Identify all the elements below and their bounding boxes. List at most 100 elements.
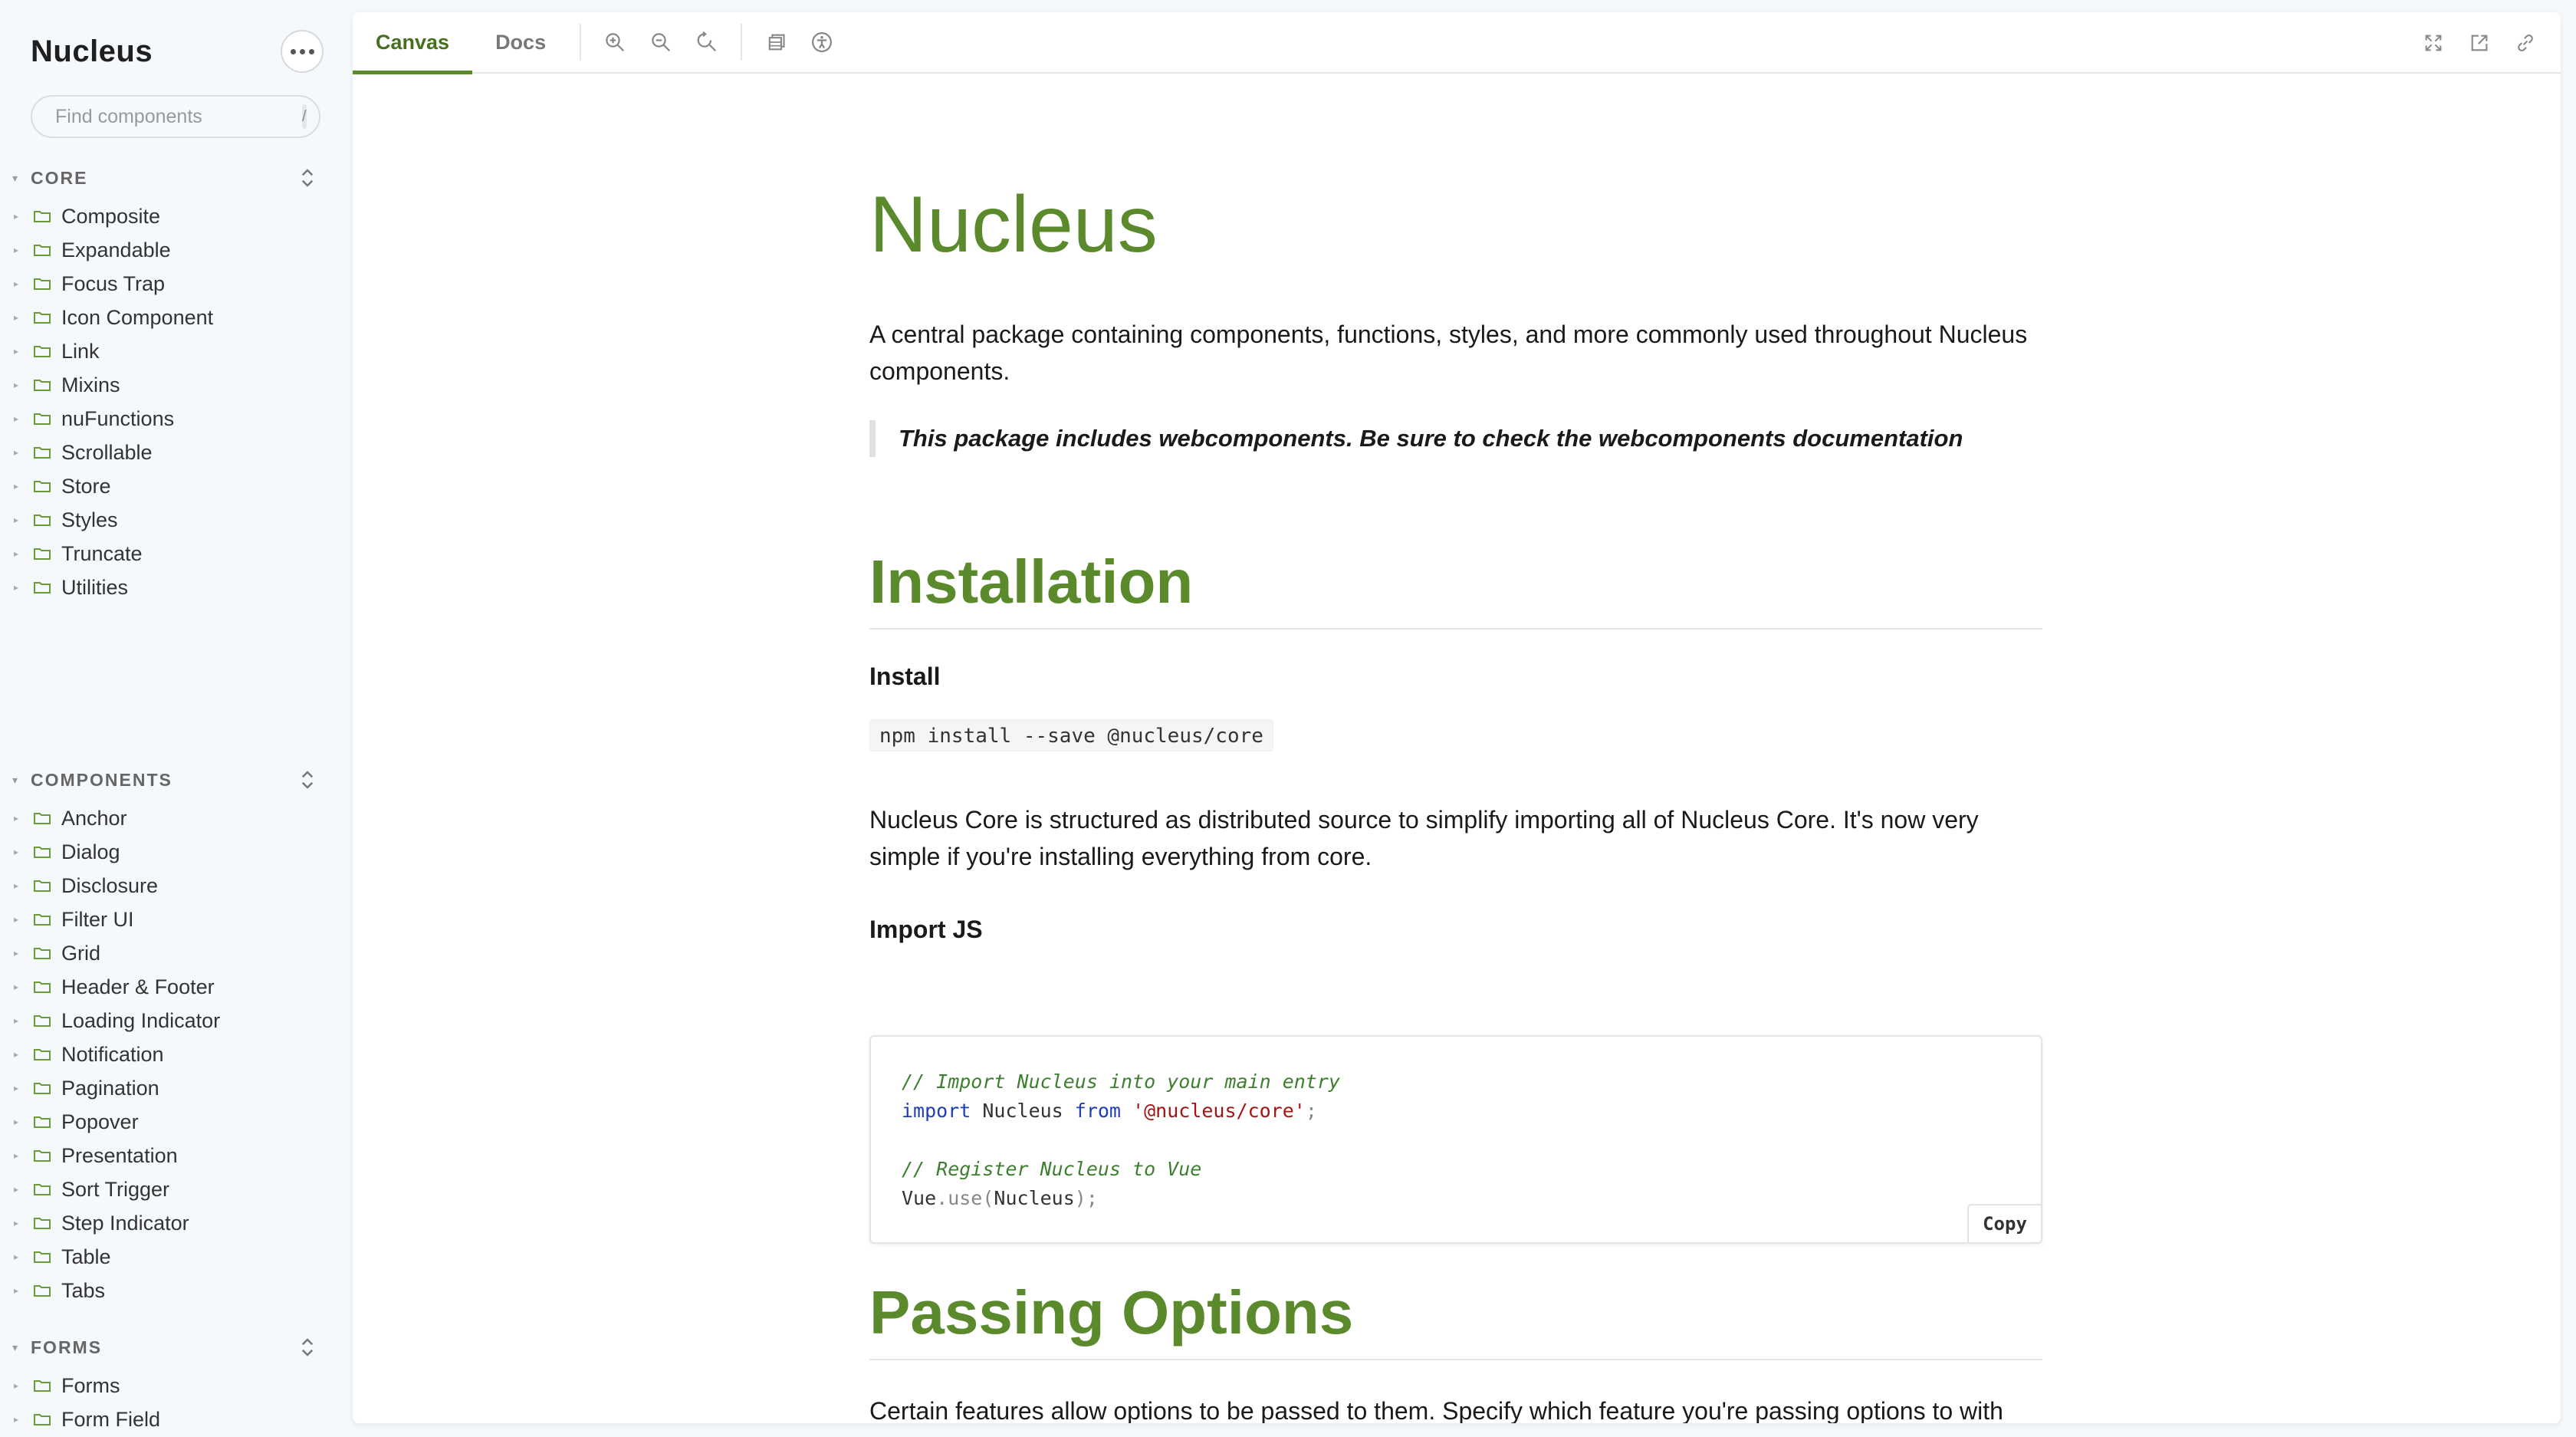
copy-button[interactable]: Copy [1967, 1204, 2042, 1244]
folder-icon [31, 206, 54, 226]
sidebar-item-anchor[interactable]: ▸ Anchor [0, 801, 353, 835]
sidebar-item-step-indicator[interactable]: ▸ Step Indicator [0, 1206, 353, 1240]
intro-paragraph: A central package containing components,… [869, 321, 2028, 385]
folder-icon [31, 977, 54, 997]
dot-icon [290, 48, 296, 54]
section-forms[interactable]: ▾ FORMS [12, 1332, 319, 1363]
sidebar-item-label: Tabs [61, 1278, 106, 1302]
sidebar-item-notification[interactable]: ▸ Notification [0, 1037, 353, 1071]
sidebar-item-nufunctions[interactable]: ▸ nuFunctions [0, 402, 353, 436]
expand-collapse-icon[interactable] [296, 166, 319, 189]
sidebar-item-pagination[interactable]: ▸ Pagination [0, 1071, 353, 1105]
caret-right-icon: ▸ [14, 245, 19, 255]
caret-right-icon: ▸ [14, 914, 19, 925]
tab-canvas[interactable]: Canvas [353, 12, 473, 74]
more-options-button[interactable] [281, 30, 324, 73]
sidebar-item-filter-ui[interactable]: ▸ Filter UI [0, 903, 353, 936]
sidebar-item-label: Loading Indicator [61, 1008, 221, 1032]
expand-collapse-icon[interactable] [296, 1336, 319, 1359]
sidebar-item-table[interactable]: ▸ Table [0, 1240, 353, 1274]
sidebar-item-label: Expandable [61, 238, 171, 261]
caret-right-icon: ▸ [14, 1015, 19, 1026]
sidebar-item-label: Dialog [61, 840, 120, 863]
caret-right-icon: ▸ [14, 515, 19, 525]
sidebar-item-label: nuFunctions [61, 406, 175, 430]
caret-right-icon: ▸ [14, 447, 19, 458]
caret-right-icon: ▸ [14, 312, 19, 323]
sidebar-item-label: Composite [61, 204, 161, 228]
sidebar-item-label: Forms [61, 1373, 120, 1397]
sidebar-item-icon-component[interactable]: ▸ Icon Component [0, 301, 353, 334]
section-core[interactable]: ▾ CORE [12, 163, 319, 193]
toolbar-divider [741, 24, 743, 61]
expand-collapse-icon[interactable] [296, 768, 319, 791]
folder-icon [31, 476, 54, 496]
accessibility-icon[interactable] [799, 19, 845, 65]
sidebar-item-link[interactable]: ▸ Link [0, 334, 353, 368]
sidebar-item-tabs[interactable]: ▸ Tabs [0, 1274, 353, 1307]
folder-icon [31, 544, 54, 564]
open-new-tab-icon[interactable] [2456, 20, 2502, 66]
folder-icon [31, 1213, 54, 1233]
folder-icon [31, 442, 54, 462]
install-command: npm install --save @nucleus/core [869, 719, 1273, 751]
sidebar-item-sort-trigger[interactable]: ▸ Sort Trigger [0, 1172, 353, 1206]
sidebar-item-presentation[interactable]: ▸ Presentation [0, 1139, 353, 1172]
sidebar-item-label: Step Indicator [61, 1211, 189, 1235]
toolbar-right-group [2410, 20, 2548, 66]
caret-down-icon: ▾ [12, 171, 18, 184]
sidebar-item-label: Styles [61, 508, 118, 531]
sidebar-item-composite[interactable]: ▸ Composite [0, 199, 353, 233]
sidebar-item-focus-trap[interactable]: ▸ Focus Trap [0, 267, 353, 301]
tab-docs[interactable]: Docs [472, 12, 569, 73]
components-list: ▸ Anchor ▸ Dialog ▸ Disclosure ▸ Filter UI ▸ Grid… [0, 801, 353, 1307]
background-icon[interactable] [753, 19, 799, 65]
sidebar-item-form-field[interactable]: ▸ Form Field [0, 1402, 353, 1436]
sidebar-item-loading-indicator[interactable]: ▸ Loading Indicator [0, 1004, 353, 1037]
sidebar-item-store[interactable]: ▸ Store [0, 469, 353, 503]
sidebar-item-label: Notification [61, 1042, 164, 1066]
sidebar-item-label: Table [61, 1245, 111, 1268]
sidebar-item-dialog[interactable]: ▸ Dialog [0, 835, 353, 869]
folder-icon [31, 510, 54, 530]
section-title: FORMS [31, 1337, 103, 1357]
folder-icon [31, 240, 54, 260]
caret-right-icon: ▸ [14, 548, 19, 559]
folder-icon [31, 1376, 54, 1396]
sidebar-item-truncate[interactable]: ▸ Truncate [0, 537, 353, 571]
sidebar-item-mixins[interactable]: ▸ Mixins [0, 368, 353, 402]
sidebar-item-forms[interactable]: ▸ Forms [0, 1369, 353, 1402]
caret-right-icon: ▸ [14, 1414, 19, 1425]
code-line: import Nucleus from '@nucleus/core'; [902, 1097, 2010, 1126]
sidebar-item-grid[interactable]: ▸ Grid [0, 936, 353, 970]
copy-link-icon[interactable] [2502, 20, 2548, 66]
sidebar-item-label: Form Field [61, 1407, 161, 1431]
sidebar-item-header-footer[interactable]: ▸ Header & Footer [0, 970, 353, 1004]
code-comment: // Import Nucleus into your main entry [902, 1070, 1340, 1093]
core-list: READMECHANGELOGDependenciesWebComponents… [0, 199, 353, 604]
caret-right-icon: ▸ [14, 1083, 19, 1093]
zoom-out-icon[interactable] [638, 19, 684, 65]
preview-panel: Canvas Docs Nucleus A central package co… [353, 12, 2561, 1423]
section-components[interactable]: ▾ COMPONENTS [12, 765, 319, 795]
sidebar: Nucleus / ▾ CORE READMECHANGELOGDependen… [0, 0, 353, 1437]
folder-icon [31, 375, 54, 395]
folder-icon [31, 876, 54, 896]
reset-zoom-icon[interactable] [684, 19, 730, 65]
search-input[interactable] [55, 105, 302, 128]
folder-icon [31, 842, 54, 862]
code-punctuation: ); [1074, 1187, 1098, 1209]
sidebar-item-popover[interactable]: ▸ Popover [0, 1105, 353, 1139]
sidebar-item-expandable[interactable]: ▸ Expandable [0, 233, 353, 267]
code-line: // Register Nucleus to Vue [902, 1155, 2010, 1184]
sidebar-item-utilities[interactable]: ▸ Utilities [0, 571, 353, 604]
sidebar-item-scrollable[interactable]: ▸ Scrollable [0, 436, 353, 469]
sidebar-item-disclosure[interactable]: ▸ Disclosure [0, 869, 353, 903]
dot-icon [308, 48, 314, 54]
caret-right-icon: ▸ [14, 1380, 19, 1391]
folder-icon [31, 1179, 54, 1199]
zoom-in-icon[interactable] [592, 19, 638, 65]
fullscreen-icon[interactable] [2410, 20, 2456, 66]
code-line: Vue.use(Nucleus); [902, 1184, 2010, 1213]
sidebar-item-styles[interactable]: ▸ Styles [0, 503, 353, 537]
